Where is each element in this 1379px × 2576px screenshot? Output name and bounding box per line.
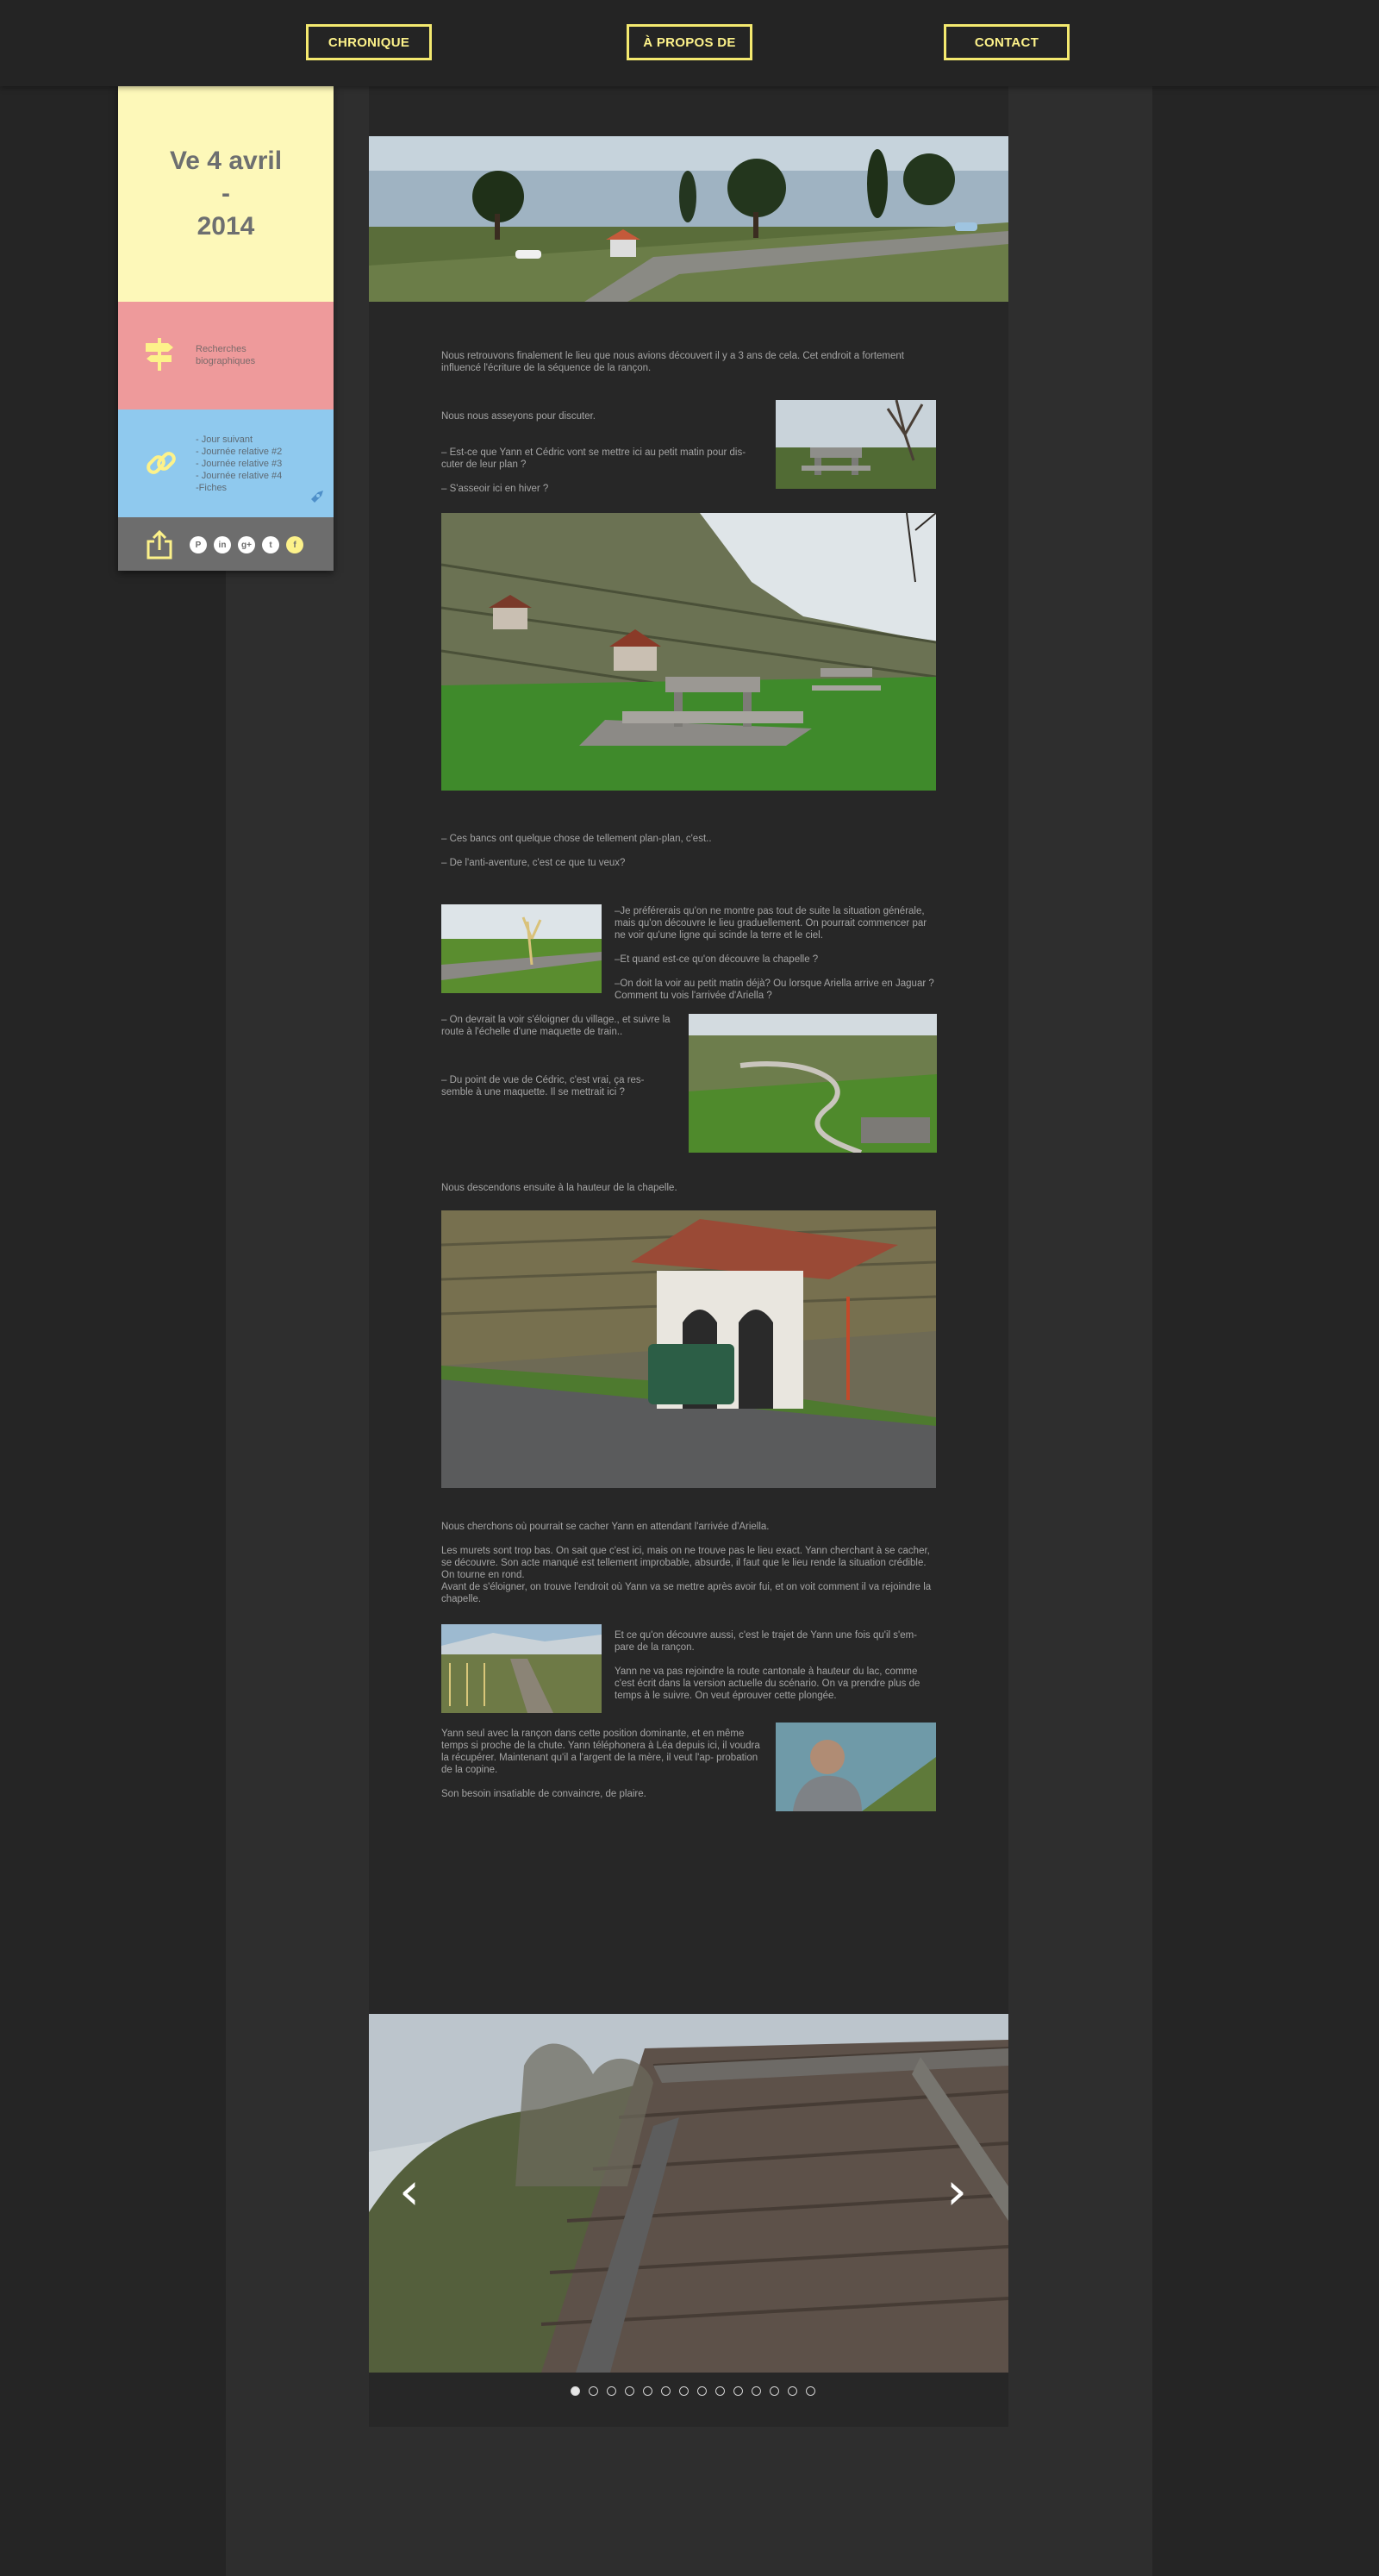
link-related-day-3[interactable]: - Journée relative #3 <box>196 458 282 470</box>
gallery-dot[interactable] <box>806 2386 815 2396</box>
vineyard-picnic-tables-photo <box>441 513 936 791</box>
picnic-table-tree-photo <box>776 400 936 489</box>
paragraph: Avant de s'éloigner, on trouve l'endroit… <box>441 1582 932 1604</box>
gallery-dot[interactable] <box>571 2386 580 2396</box>
date-day: Ve 4 avril <box>169 147 283 175</box>
sidebar: Ve 4 avril - 2014 Recherches biographiqu… <box>118 86 334 571</box>
gallery-dot[interactable] <box>607 2386 616 2396</box>
gallery-dot[interactable] <box>733 2386 743 2396</box>
link-related-day-4[interactable]: - Journée relative #4 <box>196 470 282 482</box>
signpost-icon <box>146 338 173 371</box>
paragraph: –Je préférerais qu'on ne montre pas tout… <box>615 906 927 941</box>
paragraph: – Du point de vue de Cédric, c'est vrai,… <box>441 1075 645 1097</box>
share-icon[interactable] <box>146 529 173 560</box>
rocket-icon[interactable] <box>306 489 325 508</box>
gallery-dot[interactable] <box>697 2386 707 2396</box>
link-fiches[interactable]: -Fiches <box>196 482 282 494</box>
paragraph: Yann seul avec la rançon dans cette posi… <box>441 1729 760 1775</box>
nav-chronique-button[interactable]: CHRONIQUE <box>306 24 432 60</box>
link-next-day[interactable]: - Jour suivant <box>196 434 282 446</box>
paragraph: – On devrait la voir s'éloigner du villa… <box>441 1015 671 1037</box>
nav-about-button[interactable]: À PROPOS DE <box>627 24 752 60</box>
paragraph: – S'asseoir ici en hiver ? <box>441 484 549 494</box>
gallery-dot[interactable] <box>661 2386 671 2396</box>
research-link-line2[interactable]: biographiques <box>196 355 255 367</box>
paragraph: – De l'anti-aventure, c'est ce que tu ve… <box>441 858 626 868</box>
paragraph: –Et quand est-ce qu'on découvre la chape… <box>615 954 819 965</box>
chain-link-icon <box>147 452 176 474</box>
gallery-prev-arrow[interactable]: ‹ <box>399 2166 420 2217</box>
paragraph: Et ce qu'on découvre aussi, c'est le tra… <box>615 1630 917 1653</box>
gallery-dot[interactable] <box>770 2386 779 2396</box>
gallery-next-arrow[interactable]: › <box>946 2166 967 2217</box>
link-related-day-2[interactable]: - Journée relative #2 <box>196 446 282 458</box>
twitter-icon[interactable]: t <box>262 536 279 553</box>
googleplus-icon[interactable]: g+ <box>238 536 255 553</box>
gallery-dot[interactable] <box>715 2386 725 2396</box>
pinterest-icon[interactable]: P <box>190 536 207 553</box>
date-separator: - <box>222 179 230 208</box>
header-lake-photo <box>369 136 1008 302</box>
gallery-dot[interactable] <box>788 2386 797 2396</box>
road-view-photo <box>441 904 602 993</box>
research-link-line1[interactable]: Recherches <box>196 343 255 355</box>
nav-contact-button[interactable]: CONTACT <box>944 24 1070 60</box>
gallery-dot[interactable] <box>589 2386 598 2396</box>
person-portrait-photo <box>776 1723 936 1811</box>
paragraph: –On doit la voir au petit matin déjà? Ou… <box>615 979 934 1001</box>
linkedin-icon[interactable]: in <box>214 536 231 553</box>
paragraph: Nous descendons ensuite à la hauteur de … <box>441 1183 677 1193</box>
paragraph: Les murets sont trop bas. On sait que c'… <box>441 1546 930 1580</box>
gallery-dot[interactable] <box>679 2386 689 2396</box>
research-links-section: Recherches biographiques <box>118 302 334 410</box>
paragraph: Son besoin insatiable de convaincre, de … <box>441 1789 646 1799</box>
paragraph: – Est-ce que Yann et Cédric vont se mett… <box>441 447 746 470</box>
paragraph: Nous cherchons où pourrait se cacher Yan… <box>441 1522 770 1532</box>
related-days-section: - Jour suivant - Journée relative #2 - J… <box>118 410 334 517</box>
top-navigation-bar: CHRONIQUE À PROPOS DE CONTACT <box>0 0 1379 86</box>
gallery-dot[interactable] <box>643 2386 652 2396</box>
gallery-slideshow[interactable]: ‹ › <box>369 2014 1008 2373</box>
winding-road-photo <box>689 1014 937 1153</box>
date-card: Ve 4 avril - 2014 <box>118 86 334 302</box>
vineyard-wall-photo <box>441 1624 602 1713</box>
paragraph: – Ces bancs ont quelque chose de telleme… <box>441 834 712 844</box>
chapel-photo <box>441 1210 936 1488</box>
gallery-dot[interactable] <box>625 2386 634 2396</box>
share-bar: P in g+ t f <box>118 517 334 571</box>
paragraph: Nous retrouvons finalement le lieu que n… <box>441 351 904 373</box>
research-link[interactable]: Recherches biographiques <box>196 343 255 367</box>
facebook-icon[interactable]: f <box>286 536 303 553</box>
date-year: 2014 <box>197 212 255 241</box>
paragraph: Yann ne va pas rejoindre la route canton… <box>615 1666 920 1701</box>
gallery-dot[interactable] <box>752 2386 761 2396</box>
paragraph: Nous nous asseyons pour discuter. <box>441 411 596 422</box>
related-links-list: - Jour suivant - Journée relative #2 - J… <box>196 434 282 494</box>
